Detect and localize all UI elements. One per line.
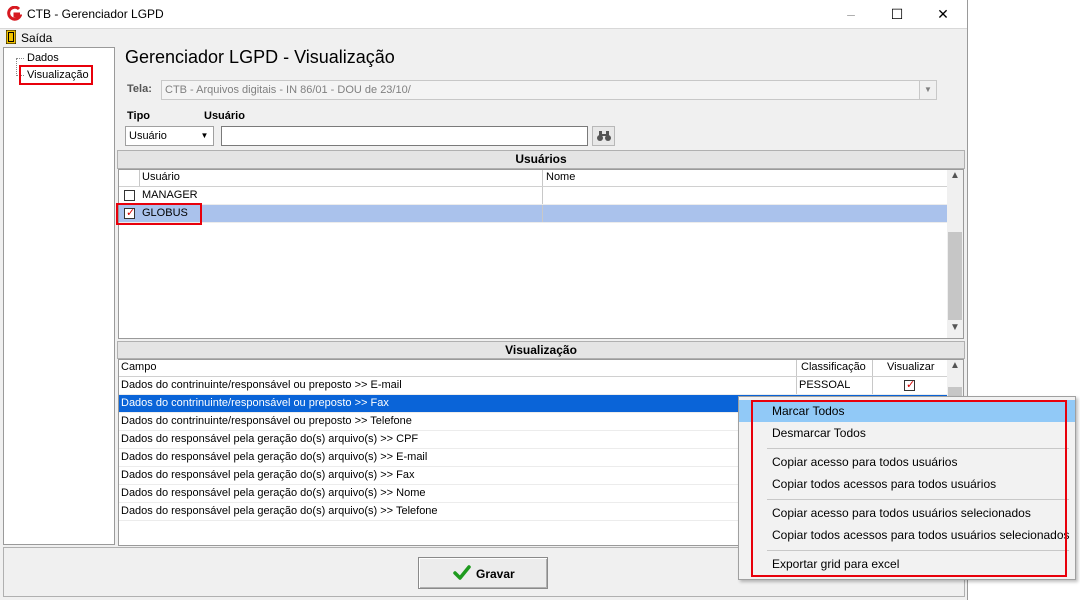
tela-select-value: CTB - Arquivos digitais - IN 86/01 - DOU… bbox=[165, 84, 411, 96]
cell-campo: Dados do contrinuinte/responsável ou pre… bbox=[121, 415, 412, 427]
chevron-down-icon: ▼ bbox=[196, 127, 213, 145]
cell-campo: Dados do responsável pela geração do(s) … bbox=[121, 487, 426, 499]
cell-campo: Dados do responsável pela geração do(s) … bbox=[121, 469, 415, 481]
visualizar-checkbox-checked[interactable] bbox=[904, 378, 915, 391]
tipo-select-value: Usuário bbox=[129, 130, 167, 142]
visualizacao-scrollbar[interactable]: ▲ bbox=[947, 360, 963, 400]
tipo-select[interactable]: Usuário ▼ bbox=[125, 126, 214, 146]
tree-item-dados[interactable]: Dados bbox=[27, 52, 59, 64]
cell-campo: Dados do responsável pela geração do(s) … bbox=[121, 451, 428, 463]
column-header-nome[interactable]: Nome bbox=[546, 171, 575, 183]
usuarios-grid: Usuário Nome MANAGER GLOBUS ▲ ▼ bbox=[118, 169, 964, 339]
column-divider bbox=[139, 170, 140, 186]
exit-door-icon bbox=[6, 30, 16, 44]
column-divider bbox=[872, 360, 873, 376]
navigation-tree: Dados Visualização bbox=[3, 47, 115, 545]
column-divider bbox=[796, 377, 797, 394]
checkmark-icon bbox=[453, 565, 471, 580]
title-bar: CTB - Gerenciador LGPD – ☐ ✕ bbox=[0, 0, 967, 29]
cell-classificacao: PESSOAL bbox=[799, 379, 851, 391]
scroll-up-icon[interactable]: ▲ bbox=[947, 170, 963, 186]
highlight-box-globus bbox=[116, 203, 202, 225]
tipo-label: Tipo bbox=[127, 110, 151, 122]
column-divider bbox=[542, 205, 543, 222]
scroll-up-icon[interactable]: ▲ bbox=[947, 360, 963, 376]
gravar-button[interactable]: Gravar bbox=[418, 557, 548, 589]
cell-campo: Dados do contrinuinte/responsável ou pre… bbox=[121, 379, 402, 391]
close-button[interactable]: ✕ bbox=[920, 0, 966, 29]
column-divider bbox=[796, 360, 797, 376]
scroll-thumb[interactable] bbox=[948, 232, 962, 320]
column-divider bbox=[542, 187, 543, 204]
app-logo-icon bbox=[7, 6, 22, 21]
page-title: Gerenciador LGPD - Visualização bbox=[125, 47, 395, 67]
window-title: CTB - Gerenciador LGPD bbox=[27, 7, 164, 21]
chevron-down-icon: ▼ bbox=[919, 81, 936, 99]
tela-select: CTB - Arquivos digitais - IN 86/01 - DOU… bbox=[161, 80, 937, 100]
usuarios-scrollbar[interactable]: ▲ ▼ bbox=[947, 170, 963, 338]
highlight-box-visualizacao bbox=[19, 65, 93, 85]
usuarios-section-header: Usuários bbox=[117, 150, 965, 169]
cell-usuario: MANAGER bbox=[142, 189, 198, 201]
column-divider bbox=[872, 377, 873, 394]
usuario-label: Usuário bbox=[204, 110, 245, 122]
cell-campo: Dados do responsável pela geração do(s) … bbox=[121, 505, 438, 517]
cell-campo: Dados do contrinuinte/responsável ou pre… bbox=[121, 397, 389, 409]
menu-bar bbox=[0, 29, 967, 47]
column-divider bbox=[542, 170, 543, 186]
tree-connector bbox=[16, 58, 17, 76]
table-row-selected[interactable]: GLOBUS bbox=[119, 205, 947, 223]
cell-campo: Dados do responsável pela geração do(s) … bbox=[121, 433, 419, 445]
search-button[interactable] bbox=[592, 126, 615, 146]
tree-connector bbox=[16, 58, 24, 59]
scroll-down-icon[interactable]: ▼ bbox=[947, 322, 963, 338]
minimize-button[interactable]: – bbox=[828, 0, 874, 29]
binoculars-icon bbox=[596, 131, 611, 141]
usuarios-grid-header: Usuário Nome bbox=[119, 170, 947, 187]
table-row[interactable]: Dados do contrinuinte/responsável ou pre… bbox=[119, 377, 947, 395]
visualizacao-section-header: Visualização bbox=[117, 341, 965, 359]
gravar-button-label: Gravar bbox=[476, 567, 515, 581]
row-checkbox[interactable] bbox=[124, 190, 135, 201]
tela-label: Tela: bbox=[127, 83, 152, 95]
usuario-input[interactable] bbox=[221, 126, 588, 146]
column-header-campo[interactable]: Campo bbox=[121, 361, 156, 373]
maximize-button[interactable]: ☐ bbox=[874, 0, 920, 29]
highlight-box-context-menu bbox=[751, 400, 1067, 577]
column-header-classificacao[interactable]: Classificação bbox=[801, 361, 866, 373]
column-header-visualizar[interactable]: Visualizar bbox=[887, 361, 935, 373]
menu-saida-label: Saída bbox=[21, 31, 53, 45]
column-header-usuario[interactable]: Usuário bbox=[142, 171, 180, 183]
table-row[interactable]: MANAGER bbox=[119, 187, 947, 205]
visualizacao-grid-header: Campo Classificação Visualizar bbox=[119, 360, 947, 377]
